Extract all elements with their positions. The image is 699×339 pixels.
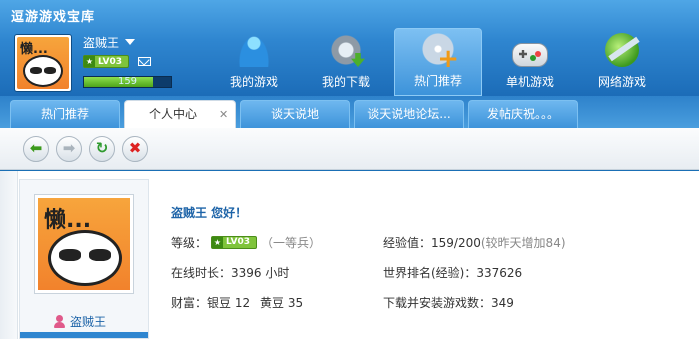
back-button[interactable]: ⬅ bbox=[23, 136, 49, 162]
profile-page: 懒... 盗贼王 盗贼王 您好！ 等级： ★ LV03 （一等兵） 在线时长：3396… bbox=[0, 171, 699, 339]
star-icon: ★ bbox=[84, 56, 95, 67]
people-icon bbox=[237, 33, 271, 67]
wealth-row: 财富：银豆 12 黄豆 35 bbox=[171, 294, 303, 311]
panda-avatar-image: 懒... bbox=[38, 198, 130, 290]
silver-value: 12 bbox=[234, 296, 251, 310]
gamepad-icon bbox=[512, 43, 548, 67]
gold-value: 35 bbox=[287, 296, 304, 310]
level-rank: （一等兵） bbox=[261, 236, 322, 250]
experience-row: 经验值：159/200(较昨天增加84) bbox=[383, 234, 566, 251]
online-label: 在线时长： bbox=[171, 266, 232, 280]
tab-bar: 热门推荐 个人中心 ✕ 谈天说地 谈天说地论坛... 发帖庆祝。。。 bbox=[0, 96, 699, 128]
tab-label: 热门推荐 bbox=[40, 107, 89, 121]
profile-avatar[interactable]: 懒... bbox=[34, 194, 134, 294]
exp-value: 159/200 bbox=[431, 236, 481, 250]
wealth-label: 财富： bbox=[171, 296, 208, 310]
chevron-down-icon[interactable] bbox=[125, 39, 135, 45]
main-nav: 我的游戏 我的下载 热门推荐 单机游戏 网络游戏 bbox=[210, 28, 670, 96]
level-badge: ★ LV03 bbox=[211, 236, 258, 249]
sidebar-user[interactable]: 盗贼王 bbox=[54, 313, 106, 330]
world-rank-row: 世界排名(经验)：337626 bbox=[383, 264, 522, 281]
close-icon[interactable]: ✕ bbox=[219, 109, 228, 120]
tab-label: 谈天说地 bbox=[270, 107, 319, 121]
tab-chat[interactable]: 谈天说地 bbox=[240, 100, 350, 128]
nav-hot-recommend[interactable]: 热门推荐 bbox=[394, 28, 482, 96]
nav-my-games-label: 我的游戏 bbox=[229, 75, 278, 89]
level-badge-text: LV03 bbox=[226, 237, 251, 247]
stop-icon: ✖ bbox=[128, 139, 142, 157]
experience-bar-value: 159 bbox=[117, 76, 138, 87]
downloads-value: 349 bbox=[491, 296, 514, 310]
app-header: 逗游游戏宝库 懒... 盗贼王 ★ LV03 159 我的游戏 我的下载 热门推… bbox=[0, 0, 699, 100]
rank-label: 世界排名(经验)： bbox=[383, 266, 477, 280]
downloads-row: 下载并安装游戏数：349 bbox=[383, 294, 514, 311]
nav-single-player[interactable]: 单机游戏 bbox=[486, 28, 574, 96]
level-badge: ★ LV03 bbox=[83, 55, 129, 68]
sidebar-menu-header bbox=[20, 332, 148, 338]
downloads-label: 下载并安装游戏数： bbox=[383, 296, 492, 310]
mail-icon[interactable] bbox=[138, 57, 151, 66]
left-strip bbox=[0, 171, 18, 339]
nav-my-downloads[interactable]: 我的下载 bbox=[302, 28, 390, 96]
online-time-row: 在线时长：3396 小时 bbox=[171, 264, 289, 281]
tab-personal-center[interactable]: 个人中心 ✕ bbox=[124, 100, 236, 128]
sidebar-user-name[interactable]: 盗贼王 bbox=[70, 313, 106, 330]
panda-avatar-image: 懒... bbox=[17, 37, 69, 89]
greeting-text: 盗贼王 您好！ bbox=[171, 206, 248, 220]
tab-chat-forum[interactable]: 谈天说地论坛... bbox=[354, 100, 464, 128]
rank-value: 337626 bbox=[476, 266, 523, 280]
refresh-button[interactable]: ↻ bbox=[89, 136, 115, 162]
user-name[interactable]: 盗贼王 bbox=[83, 34, 119, 51]
browser-toolbar: ⬅ ➡ ↻ ✖ bbox=[0, 128, 699, 170]
disc-plus-icon bbox=[421, 32, 459, 72]
forward-icon: ➡ bbox=[62, 139, 76, 157]
tab-label: 发帖庆祝。。。 bbox=[486, 107, 559, 121]
profile-sidebar: 懒... 盗贼王 bbox=[19, 179, 149, 339]
nav-online-games-label: 网络游戏 bbox=[597, 75, 646, 89]
experience-bar: 159 bbox=[83, 76, 172, 88]
nav-single-player-label: 单机游戏 bbox=[505, 75, 554, 89]
user-avatar[interactable]: 懒... bbox=[14, 34, 72, 92]
tab-label: 谈天说地论坛... bbox=[367, 107, 451, 121]
tab-hot-recommend[interactable]: 热门推荐 bbox=[10, 100, 120, 128]
person-icon bbox=[54, 315, 65, 328]
nav-online-games[interactable]: 网络游戏 bbox=[578, 28, 666, 96]
tab-post-celebrate[interactable]: 发帖庆祝。。。 bbox=[468, 100, 578, 128]
level-badge-text: LV03 bbox=[98, 56, 122, 67]
online-value: 3396 小时 bbox=[231, 266, 290, 280]
stop-button[interactable]: ✖ bbox=[122, 136, 148, 162]
silver-label: 银豆 bbox=[207, 296, 232, 310]
tab-label: 个人中心 bbox=[149, 107, 198, 121]
exp-note: (较昨天增加84) bbox=[480, 236, 566, 250]
star-icon: ★ bbox=[212, 237, 224, 248]
globe-icon bbox=[605, 33, 639, 67]
gold-label: 黄豆 bbox=[259, 296, 284, 310]
level-row: 等级： ★ LV03 （一等兵） bbox=[171, 234, 321, 251]
nav-my-downloads-label: 我的下载 bbox=[321, 75, 370, 89]
refresh-icon: ↻ bbox=[95, 139, 109, 157]
app-title: 逗游游戏宝库 bbox=[11, 10, 96, 25]
exp-label: 经验值： bbox=[383, 236, 432, 250]
back-icon: ⬅ bbox=[29, 139, 43, 157]
nav-hot-recommend-label: 热门推荐 bbox=[413, 74, 462, 88]
level-label: 等级： bbox=[171, 236, 208, 250]
forward-button[interactable]: ➡ bbox=[56, 136, 82, 162]
nav-my-games[interactable]: 我的游戏 bbox=[210, 28, 298, 96]
gear-download-icon bbox=[329, 33, 363, 67]
